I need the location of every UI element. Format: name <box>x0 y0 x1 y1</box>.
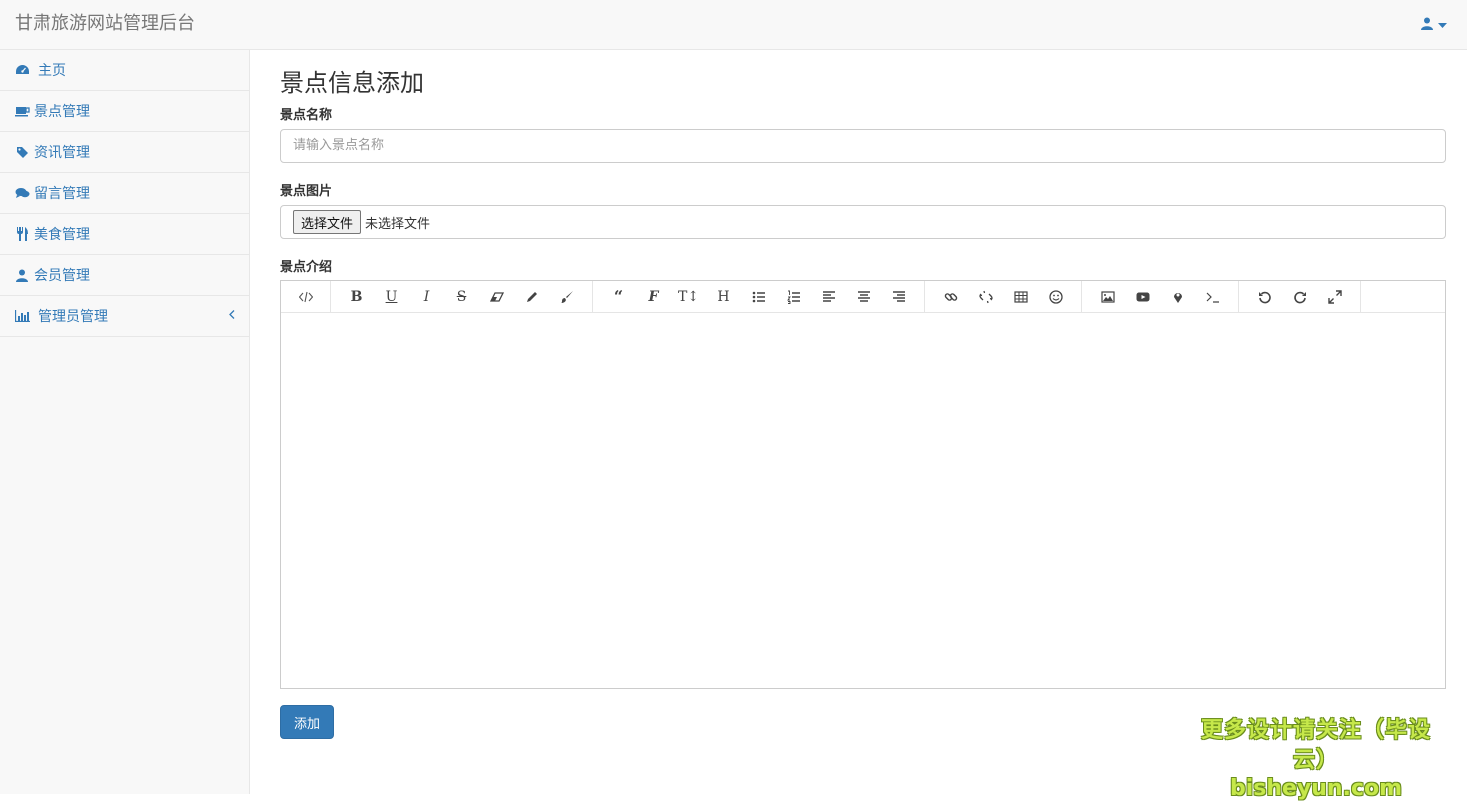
fullscreen-icon[interactable] <box>1317 281 1352 313</box>
editor-content-area[interactable] <box>281 313 1445 688</box>
map-marker-icon[interactable] <box>1160 281 1195 313</box>
toolbar-group-view <box>281 280 331 313</box>
user-menu-dropdown[interactable] <box>1421 17 1447 34</box>
image-icon[interactable] <box>1090 281 1125 313</box>
watermark: 更多设计请关注（毕设云） bisheyun.com <box>1185 716 1447 802</box>
toolbar-group-format: “ F T↕ H <box>593 280 925 313</box>
bullet-list-icon[interactable] <box>741 281 776 313</box>
cutlery-icon <box>14 227 30 241</box>
add-button[interactable]: 添加 <box>280 705 334 739</box>
sidebar-item-label: 景点管理 <box>34 104 90 120</box>
table-icon[interactable] <box>1003 281 1038 313</box>
sidebar-item-food[interactable]: 美食管理 <box>0 214 249 255</box>
comments-icon <box>14 186 30 200</box>
scenic-intro-label: 景点介绍 <box>280 260 333 275</box>
underline-icon[interactable]: U <box>374 281 409 313</box>
sidebar-item-members[interactable]: 会员管理 <box>0 255 249 296</box>
scenic-image-label: 景点图片 <box>280 184 333 199</box>
redo-icon[interactable] <box>1282 281 1317 313</box>
user-icon <box>1421 17 1433 34</box>
code-view-icon[interactable] <box>288 281 323 313</box>
bold-icon[interactable]: B <box>339 281 374 313</box>
choose-file-button[interactable]: 选择文件 <box>293 210 362 234</box>
link-icon[interactable] <box>933 281 968 313</box>
dashboard-icon <box>14 63 30 77</box>
undo-icon[interactable] <box>1247 281 1282 313</box>
toolbar-group-style: B U I S <box>331 280 593 313</box>
strikethrough-icon[interactable]: S <box>444 281 479 313</box>
unlink-icon[interactable] <box>968 281 1003 313</box>
scenic-name-label: 景点名称 <box>280 108 333 123</box>
quote-icon[interactable]: “ <box>601 281 636 313</box>
watermark-line2: bisheyun.com <box>1229 776 1403 801</box>
editor-toolbar: B U I S “ F T↕ H <box>281 280 1445 313</box>
align-center-icon[interactable] <box>846 281 881 313</box>
sidebar-item-label: 会员管理 <box>34 268 90 284</box>
align-left-icon[interactable] <box>811 281 846 313</box>
scenic-name-input[interactable]: 请输入景点名称 <box>280 129 1446 163</box>
font-size-icon[interactable]: T↕ <box>671 281 706 313</box>
page-title: 景点信息添加 <box>280 69 424 97</box>
eraser-icon[interactable] <box>479 281 514 313</box>
align-right-icon[interactable] <box>881 281 916 313</box>
emoji-icon[interactable] <box>1038 281 1073 313</box>
italic-icon[interactable]: I <box>409 281 444 313</box>
video-icon[interactable] <box>1125 281 1160 313</box>
rich-text-editor: B U I S “ F T↕ H <box>280 280 1446 689</box>
sidebar-item-home[interactable]: 主页 <box>0 50 249 91</box>
ordered-list-icon[interactable] <box>776 281 811 313</box>
chevron-left-icon[interactable] <box>229 308 235 323</box>
top-navbar: 甘肃旅游网站管理后台 <box>0 0 1467 50</box>
user-icon <box>14 268 30 282</box>
sidebar-item-admins[interactable]: 管理员管理 <box>0 296 249 337</box>
toolbar-group-insert <box>925 280 1082 313</box>
bar-chart-icon <box>14 309 30 323</box>
sidebar-item-label: 资讯管理 <box>34 145 90 161</box>
sidebar-item-label: 管理员管理 <box>38 309 108 325</box>
sidebar-item-scenic[interactable]: 景点管理 <box>0 91 249 132</box>
toolbar-group-media <box>1082 280 1239 313</box>
main-content: 景点信息添加 景点名称 请输入景点名称 景点图片 选择文件 未选择文件 景点介绍… <box>280 50 1446 739</box>
sidebar-item-news[interactable]: 资讯管理 <box>0 132 249 173</box>
sidebar-item-label: 美食管理 <box>34 227 90 243</box>
terminal-icon[interactable] <box>1195 281 1230 313</box>
tag-icon <box>14 145 30 159</box>
font-icon[interactable]: F <box>636 281 671 313</box>
file-status-text: 未选择文件 <box>365 216 431 232</box>
heading-icon[interactable]: H <box>706 281 741 313</box>
toolbar-group-history <box>1239 280 1361 313</box>
sidebar-item-label: 留言管理 <box>34 186 90 202</box>
sidebar-item-messages[interactable]: 留言管理 <box>0 173 249 214</box>
coffee-icon <box>14 104 30 118</box>
sidebar-item-label: 主页 <box>38 63 66 79</box>
site-brand[interactable]: 甘肃旅游网站管理后台 <box>15 13 195 35</box>
sidebar: 主页 景点管理 资讯管理 留言管理 美食管理 会员管理 管理员管理 <box>0 50 250 794</box>
watermark-line1: 更多设计请关注（毕设云） <box>1200 718 1431 773</box>
caret-down-icon <box>1438 18 1447 33</box>
pencil-icon[interactable] <box>514 281 549 313</box>
brush-icon[interactable] <box>549 281 584 313</box>
scenic-image-file-input[interactable]: 选择文件 未选择文件 <box>280 205 1446 239</box>
